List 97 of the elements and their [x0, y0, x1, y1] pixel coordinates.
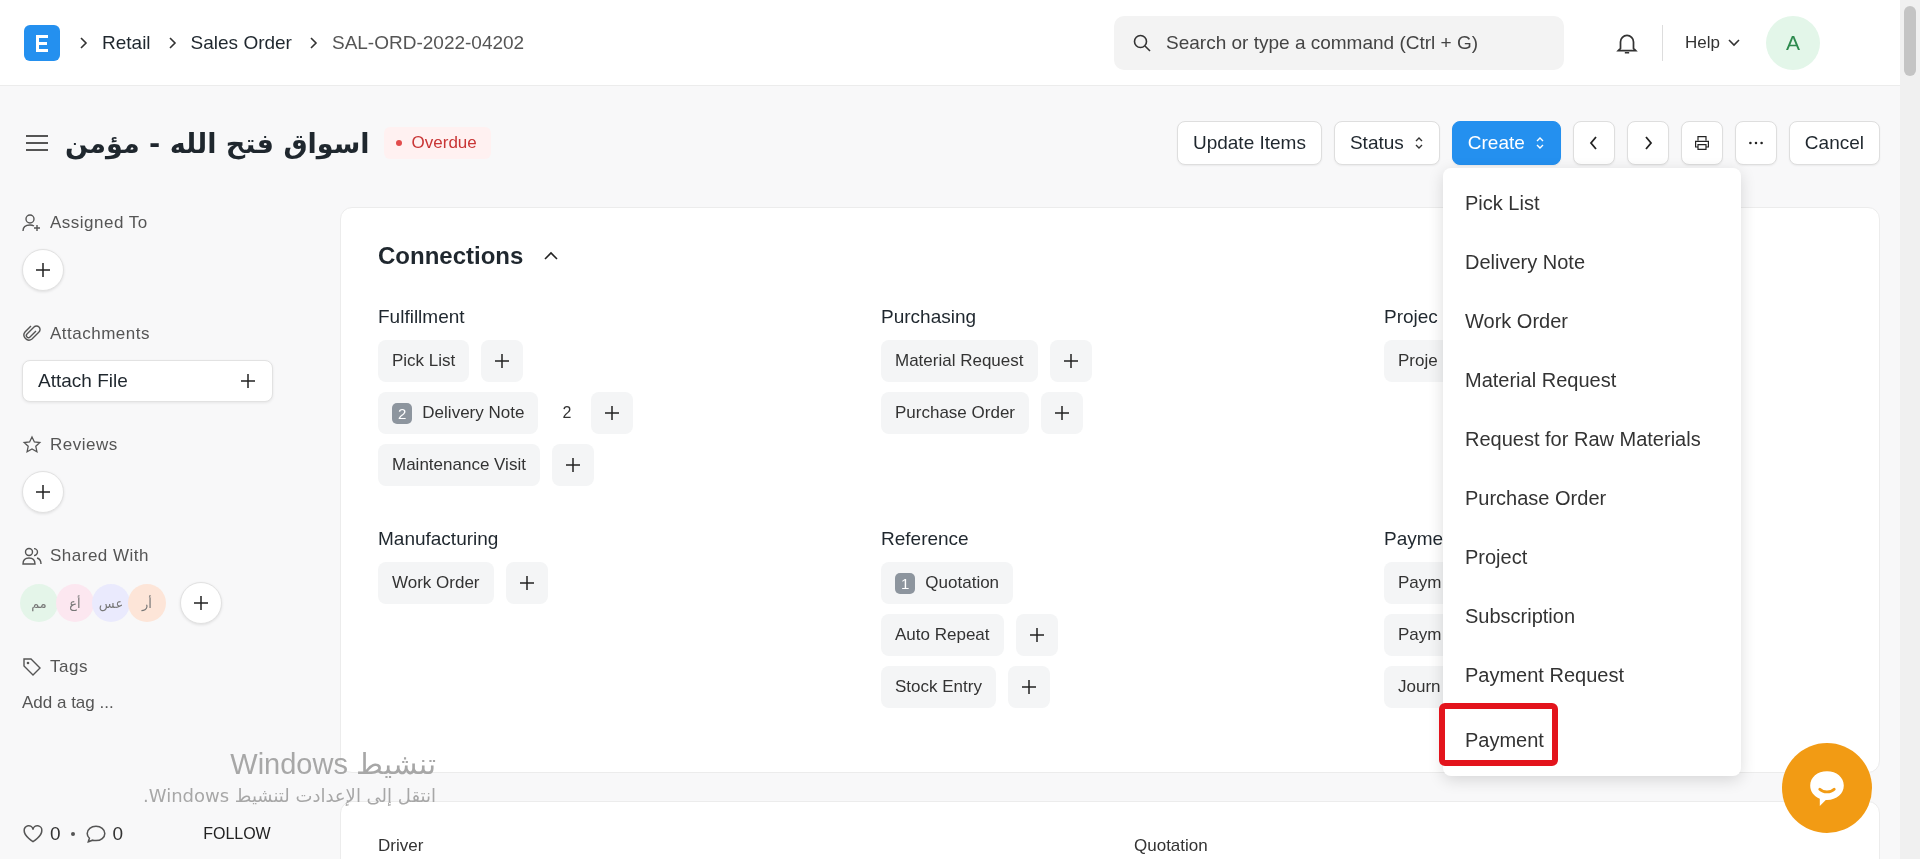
- menu-item[interactable]: Request for Raw Materials: [1443, 410, 1741, 469]
- plus-icon: [494, 353, 511, 369]
- add-tag-field[interactable]: Add a tag ...: [22, 693, 222, 713]
- separator-dot: [70, 832, 75, 836]
- plus-icon: [604, 405, 621, 421]
- count-badge: 2: [392, 402, 413, 424]
- user-avatar[interactable]: أر: [128, 584, 166, 622]
- group-title: Payme: [1384, 528, 1444, 548]
- plus-icon: [1062, 353, 1079, 369]
- plus-icon: [35, 484, 51, 500]
- group-title: Purchasing: [881, 306, 977, 326]
- logo-icon[interactable]: [24, 24, 60, 61]
- group-title: Fulfillment: [378, 306, 465, 326]
- add-share-button[interactable]: [180, 582, 222, 624]
- add-button[interactable]: [1041, 392, 1083, 434]
- menu-item[interactable]: Purchase Order: [1443, 469, 1741, 528]
- users-icon: [22, 546, 42, 566]
- page-title: اسواق فتح الله - مؤمن: [65, 127, 370, 159]
- section-label: Shared With: [50, 546, 150, 566]
- document-link[interactable]: Purchase Order: [881, 392, 1029, 434]
- comment-count: 0: [112, 823, 124, 845]
- add-button[interactable]: [1007, 666, 1050, 708]
- plus-icon: [35, 262, 51, 278]
- document-link[interactable]: Work Order: [378, 562, 494, 604]
- menu-item[interactable]: Pick List: [1443, 174, 1741, 233]
- section-label: Tags: [50, 657, 88, 677]
- breadcrumb-link[interactable]: SAL-ORD-2022-04202: [331, 31, 525, 54]
- plus-icon: [240, 373, 256, 389]
- plus-icon: [1054, 405, 1070, 421]
- breadcrumb-link[interactable]: Sales Order: [190, 31, 292, 54]
- section-title: Connections: [378, 242, 524, 270]
- action-button[interactable]: Update Items: [1176, 121, 1322, 165]
- activation-notice-text: انتقل إلى الإعدادت لتنشيط Windows.: [142, 784, 436, 808]
- search-icon: [1132, 32, 1153, 53]
- up-down-caret-icon: [1534, 136, 1545, 150]
- collapse-chevron-icon[interactable]: [543, 251, 560, 261]
- count-badge: 1: [895, 572, 916, 594]
- printer-icon: [1693, 135, 1710, 151]
- plus-icon: [518, 575, 535, 591]
- print-button[interactable]: [1680, 121, 1723, 165]
- action-button[interactable]: Cancel: [1788, 121, 1880, 165]
- breadcrumb-link[interactable]: Retail: [102, 31, 151, 54]
- document-link[interactable]: Maintenance Visit: [378, 444, 540, 486]
- open-count: 2: [562, 404, 572, 422]
- add-assignee-button[interactable]: [22, 249, 64, 291]
- help-menu[interactable]: Help: [1685, 32, 1740, 53]
- document-link[interactable]: Pick List: [378, 340, 470, 382]
- user-add-icon: [22, 213, 42, 233]
- section-label: Attachments: [50, 324, 150, 344]
- star-icon: [22, 435, 42, 455]
- add-button[interactable]: [505, 562, 548, 604]
- user-avatar[interactable]: عس: [92, 584, 130, 622]
- up-down-caret-icon: [1413, 136, 1424, 150]
- chevron-icon: [166, 35, 177, 50]
- document-link[interactable]: Material Request: [881, 340, 1038, 382]
- group-title: Projec: [1384, 306, 1438, 326]
- caret-icon: [1728, 38, 1740, 47]
- section-label: Reviews: [50, 435, 118, 455]
- document-link[interactable]: Stock Entry: [881, 666, 996, 708]
- plus-icon: [193, 595, 209, 611]
- add-review-button[interactable]: [22, 471, 64, 513]
- activation-notice-title: تنشيط Windows: [229, 747, 436, 782]
- plus-icon: [1020, 679, 1037, 695]
- field-label: Quotation: [1134, 836, 1209, 856]
- follow-link[interactable]: FOLLOW: [203, 825, 271, 843]
- document-link[interactable]: Auto Repeat: [881, 614, 1004, 656]
- add-button[interactable]: [591, 392, 634, 434]
- chevron-icon: [78, 35, 88, 50]
- chevron-icon: [307, 35, 318, 50]
- scrollbar[interactable]: [1900, 0, 1920, 859]
- status-button[interactable]: Status: [1333, 121, 1440, 165]
- status-badge: Overdue: [383, 127, 491, 159]
- add-button[interactable]: [1015, 614, 1058, 656]
- heart-icon[interactable]: [22, 823, 44, 845]
- user-avatar[interactable]: مم: [20, 584, 58, 622]
- tag-icon: [22, 657, 42, 677]
- add-button[interactable]: [551, 444, 594, 486]
- menu-icon[interactable]: [25, 134, 49, 152]
- like-count: 0: [50, 823, 61, 845]
- user-avatar[interactable]: A: [1766, 15, 1820, 70]
- field-label: Driver: [378, 836, 425, 856]
- attach-file-button[interactable]: Attach File: [22, 360, 273, 402]
- menu-item[interactable]: Delivery Note: [1443, 233, 1741, 292]
- add-button[interactable]: [1049, 340, 1092, 382]
- section-label: Assigned To: [50, 213, 148, 233]
- add-button[interactable]: [481, 340, 524, 382]
- group-title: Reference: [881, 528, 969, 548]
- document-link[interactable]: 2 Delivery Note: [378, 392, 539, 434]
- menu-item[interactable]: Payment: [1439, 703, 1558, 766]
- plus-icon: [1028, 627, 1045, 643]
- user-avatar[interactable]: أع: [56, 584, 94, 622]
- comment-icon[interactable]: [84, 823, 107, 845]
- plus-icon: [564, 457, 581, 473]
- group-title: Manufacturing: [378, 528, 499, 548]
- paperclip-icon: [22, 324, 42, 344]
- search-field[interactable]: Search or type a command (Ctrl + G): [1114, 15, 1565, 70]
- document-link[interactable]: 1 Quotation: [881, 562, 1014, 604]
